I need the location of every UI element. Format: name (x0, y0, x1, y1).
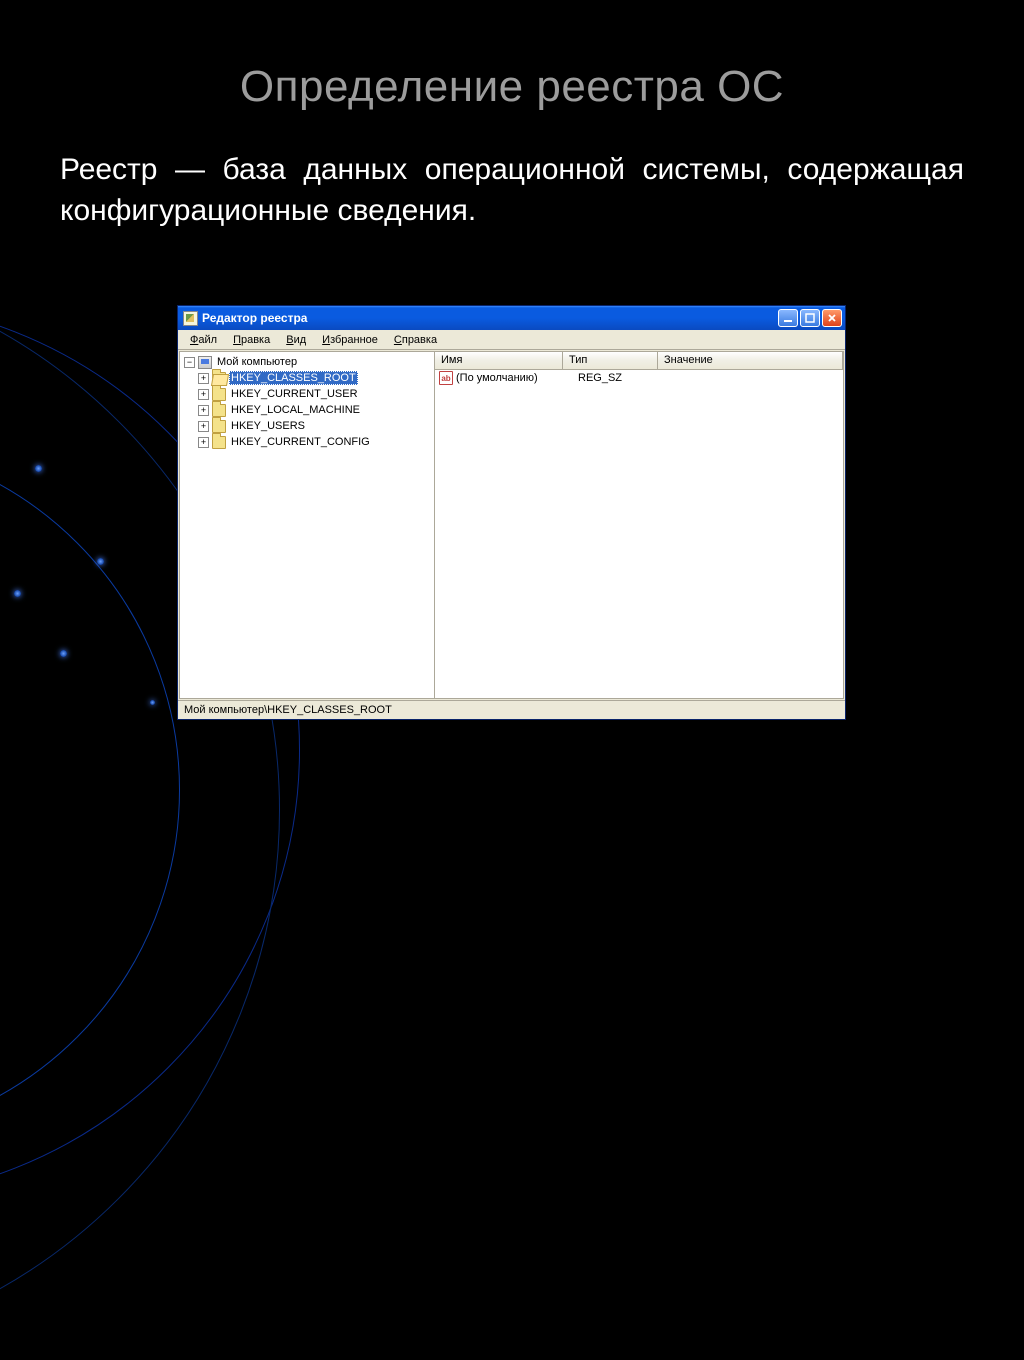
tree-root[interactable]: − Мой компьютер (182, 354, 434, 370)
folder-icon (212, 420, 226, 433)
tree-node[interactable]: + HKEY_CURRENT_USER (182, 386, 434, 402)
menu-view[interactable]: Вид (278, 332, 314, 348)
tree-node-label: HKEY_CLASSES_ROOT (229, 371, 358, 385)
folder-icon (212, 436, 226, 449)
expand-icon[interactable]: + (198, 389, 209, 400)
menu-favorites[interactable]: Избранное (314, 332, 386, 348)
list-row[interactable]: ab(По умолчанию)REG_SZ (435, 370, 843, 386)
client-area: − Мой компьютер + HKEY_CLASSES_ROOT + HKEY_… (179, 351, 844, 699)
menu-edit[interactable]: Правка (225, 332, 278, 348)
expand-icon[interactable]: + (198, 437, 209, 448)
window-title: Редактор реестра (202, 311, 307, 325)
tree-root-label: Мой компьютер (215, 355, 299, 369)
menu-file[interactable]: Файл (182, 332, 225, 348)
tree-node[interactable]: + HKEY_CURRENT_CONFIG (182, 434, 434, 450)
menubar: Файл Правка Вид Избранное Справка (178, 330, 845, 350)
tree-view[interactable]: − Мой компьютер + HKEY_CLASSES_ROOT + HKEY_… (180, 352, 435, 698)
close-button[interactable] (822, 309, 842, 327)
folder-icon (212, 388, 226, 401)
expand-icon[interactable]: + (198, 405, 209, 416)
tree-node-label: HKEY_CURRENT_USER (229, 387, 360, 401)
tree-node[interactable]: + HKEY_LOCAL_MACHINE (182, 402, 434, 418)
tree-node[interactable]: + HKEY_USERS (182, 418, 434, 434)
titlebar[interactable]: Редактор реестра (178, 306, 845, 330)
menu-help[interactable]: Справка (386, 332, 445, 348)
maximize-button[interactable] (800, 309, 820, 327)
statusbar: Мой компьютер\HKEY_CLASSES_ROOT (178, 700, 845, 719)
value-name: (По умолчанию) (456, 372, 578, 384)
tree-node-label: HKEY_USERS (229, 419, 307, 433)
computer-icon (198, 356, 212, 369)
expand-icon[interactable]: + (198, 373, 209, 384)
minimize-button[interactable] (778, 309, 798, 327)
folder-open-icon (212, 372, 226, 385)
expand-icon[interactable]: + (198, 421, 209, 432)
collapse-icon[interactable]: − (184, 357, 195, 368)
string-value-icon: ab (439, 371, 453, 385)
regedit-app-icon (183, 311, 198, 326)
tree-node[interactable]: + HKEY_CLASSES_ROOT (182, 370, 434, 386)
column-value[interactable]: Значение (658, 352, 843, 369)
tree-node-label: HKEY_CURRENT_CONFIG (229, 435, 372, 449)
column-type[interactable]: Тип (563, 352, 658, 369)
list-header: Имя Тип Значение (435, 352, 843, 370)
folder-icon (212, 404, 226, 417)
value-type: REG_SZ (578, 372, 673, 384)
regedit-window: Редактор реестра Файл Правка Вид Избранн… (177, 305, 846, 720)
slide-body-text: Реестр — база данных операционной систем… (0, 112, 1024, 231)
list-view[interactable]: Имя Тип Значение ab(По умолчанию)REG_SZ (435, 352, 843, 698)
slide-title: Определение реестра ОС (0, 0, 1024, 112)
column-name[interactable]: Имя (435, 352, 563, 369)
tree-node-label: HKEY_LOCAL_MACHINE (229, 403, 362, 417)
